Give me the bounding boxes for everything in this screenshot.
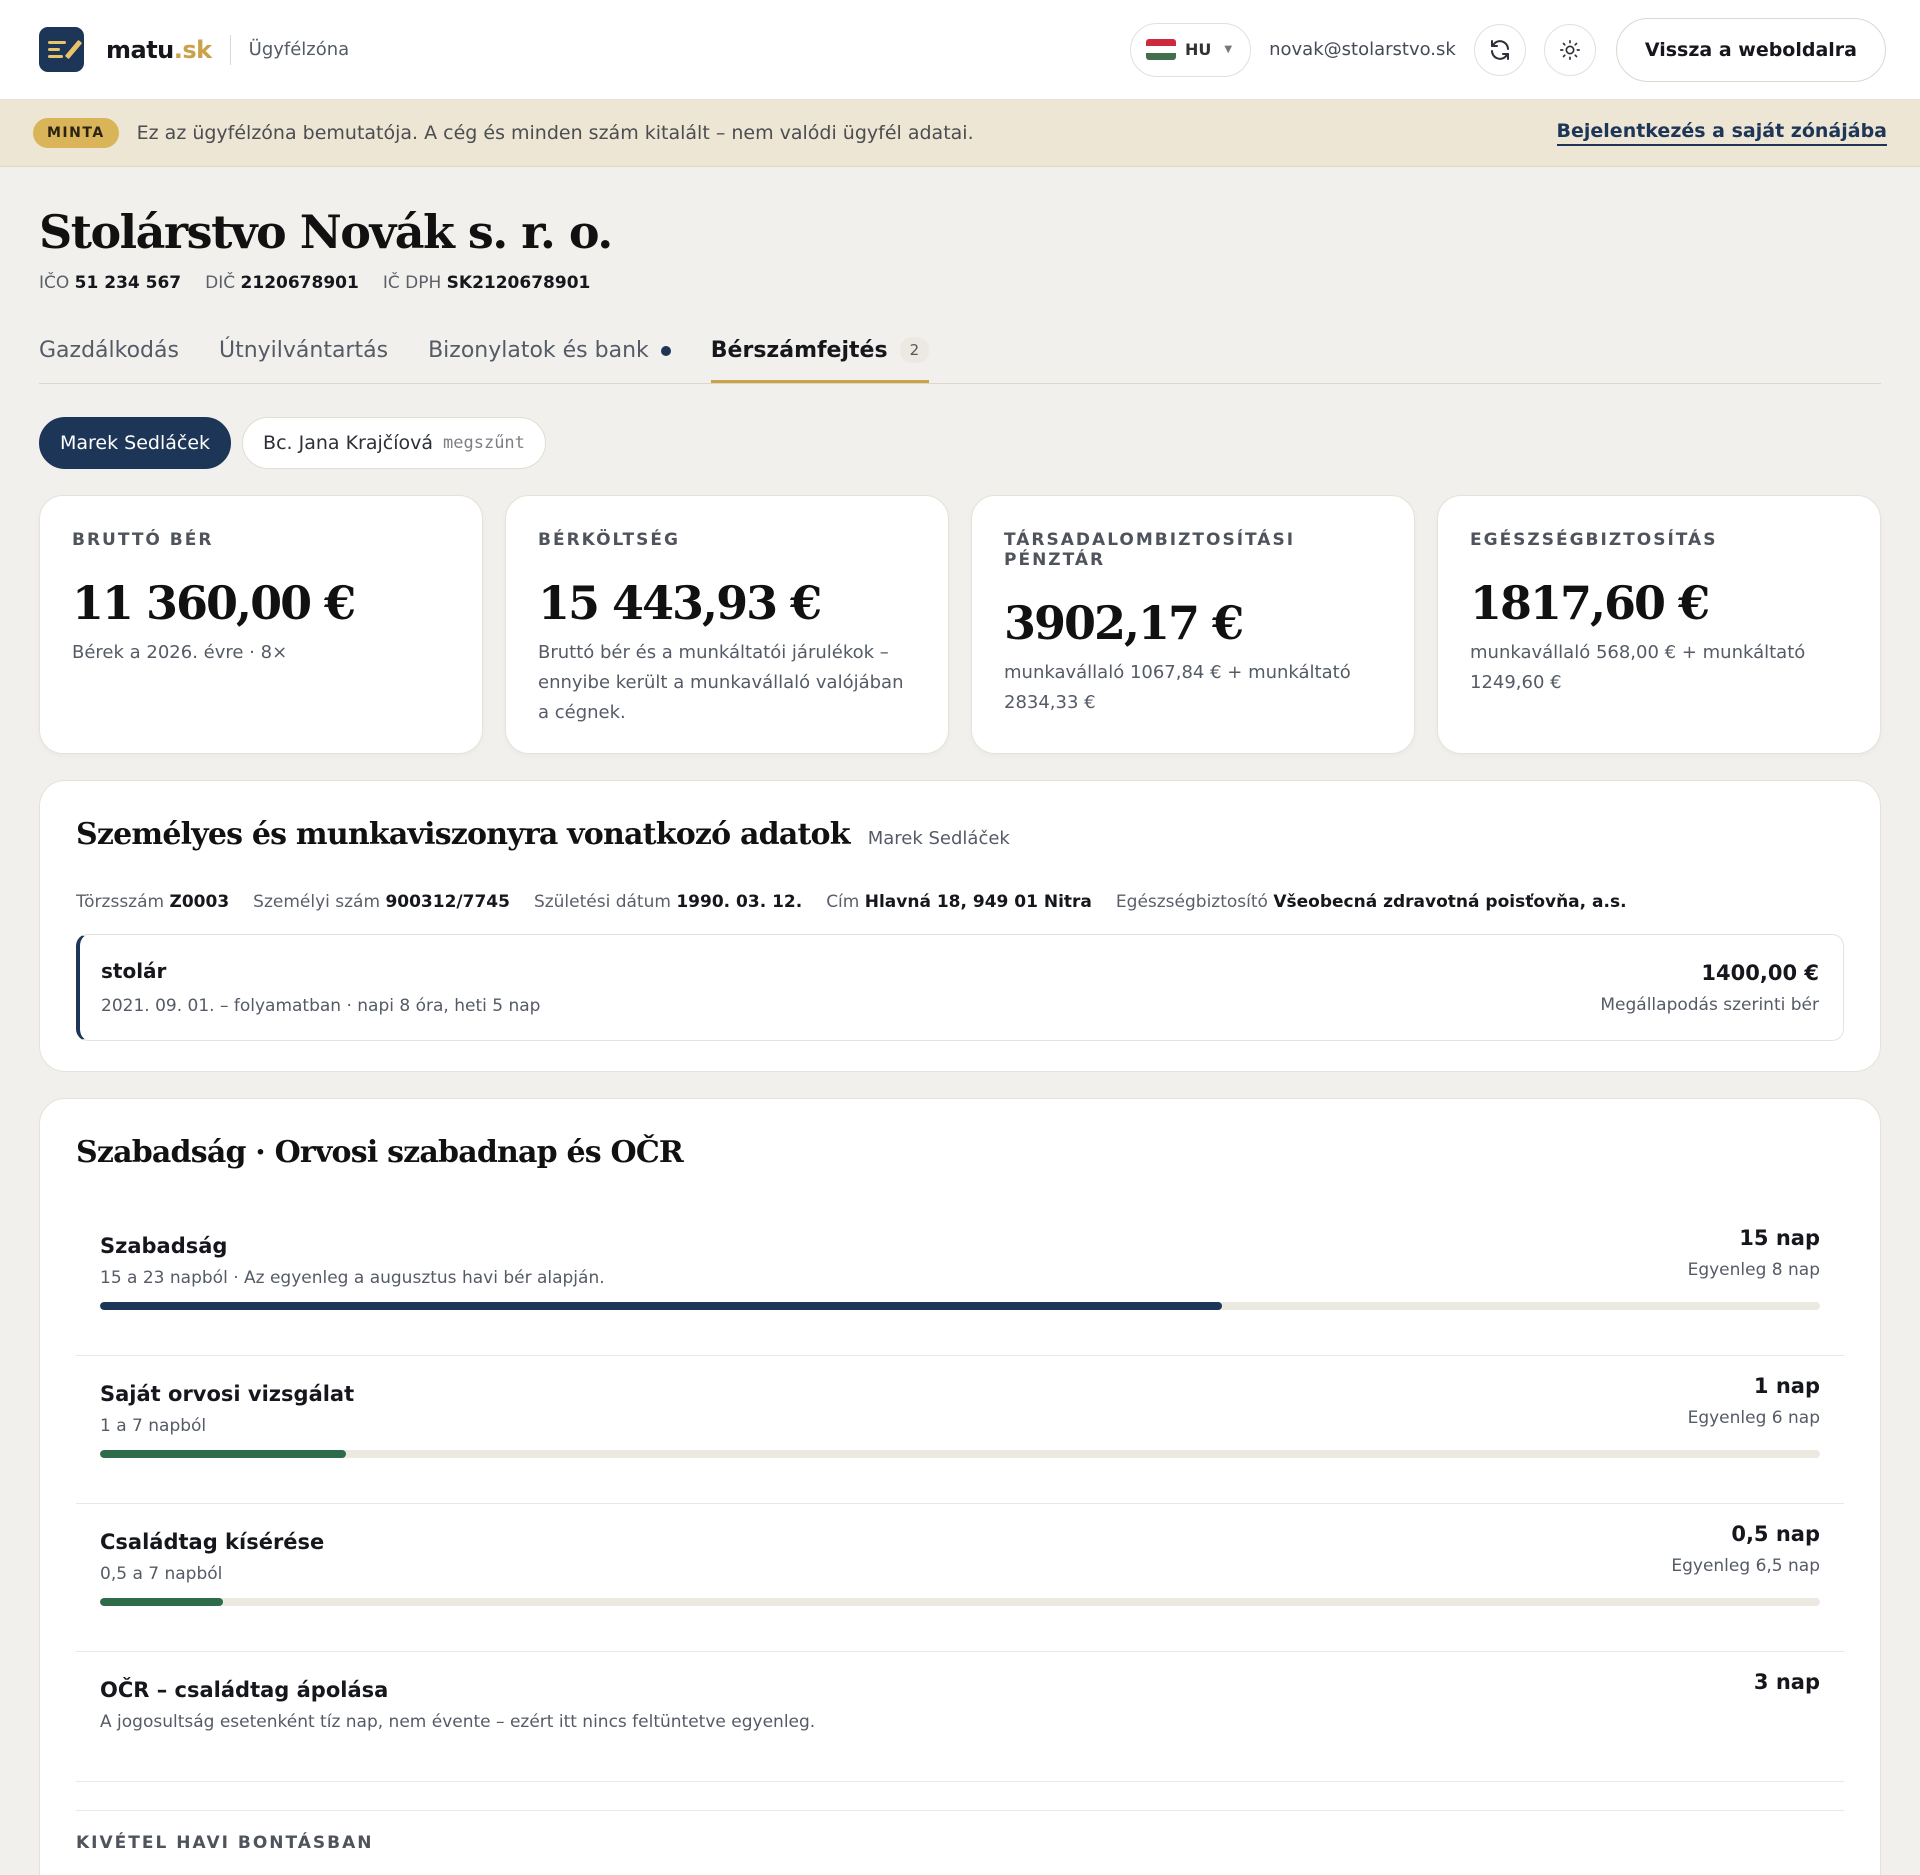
personal-facts: Törzsszám Z0003 Személyi szám 900312/774… xyxy=(76,892,1844,912)
leave-section: Szabadság · Orvosi szabadnap és OČR Szab… xyxy=(39,1098,1881,1875)
card-description: Bérek a 2026. évre · 8× xyxy=(72,642,288,663)
sun-icon xyxy=(1559,39,1580,60)
leave-days: 0,5 nap xyxy=(1731,1522,1820,1546)
leave-name: Szabadság xyxy=(100,1234,228,1258)
job-salary: 1400,00 € xyxy=(1701,960,1819,985)
tab-count-badge: 2 xyxy=(899,337,930,363)
top-bar: matu.sk Ügyfélzóna HU ▼ novak@stolarstvo… xyxy=(0,0,1920,100)
hungary-flag-icon xyxy=(1146,39,1177,60)
card-wage-cost: BÉRKÖLTSÉG 15 443,93 € Bruttó bér és a m… xyxy=(505,495,949,754)
fact-staff-number: Törzsszám Z0003 xyxy=(76,892,230,912)
demo-badge: MINTA xyxy=(33,118,119,148)
section-title: Személyes és munkaviszonyra vonatkozó ad… xyxy=(76,817,851,852)
theme-toggle-button[interactable] xyxy=(1543,23,1596,76)
chevron-down-icon: ▼ xyxy=(1224,44,1233,55)
leave-balance: Egyenleg 8 nap xyxy=(1687,1260,1820,1280)
card-label: BRUTTÓ BÉR xyxy=(72,530,214,550)
demo-banner-text: Ez az ügyfélzóna bemutatója. A cég és mi… xyxy=(136,122,974,144)
demo-banner: MINTA Ez az ügyfélzóna bemutatója. A cég… xyxy=(0,100,1920,167)
section-employee-name: Marek Sedláček xyxy=(867,828,1010,849)
leave-description: 0,5 a 7 napból xyxy=(100,1564,223,1584)
tab-gazdalkodas[interactable]: Gazdálkodás xyxy=(39,338,179,383)
card-social-insurance: TÁRSADALOMBIZTOSÍTÁSI PÉNZTÁR 3902,17 € … xyxy=(971,495,1415,754)
leave-name: Családtag kísérése xyxy=(100,1530,325,1554)
logo-icon[interactable] xyxy=(39,27,84,72)
leave-description: A jogosultság esetenként tíz nap, nem év… xyxy=(100,1712,816,1732)
leave-progress-fill xyxy=(100,1450,346,1458)
monthly-breakdown-label: KIVÉTEL HAVI BONTÁSBAN xyxy=(76,1810,1844,1875)
leave-days: 15 nap xyxy=(1739,1226,1820,1250)
leave-item-family-escort: Családtag kísérése 0,5 a 7 napból 0,5 na… xyxy=(76,1504,1844,1652)
leave-days: 1 nap xyxy=(1753,1374,1820,1398)
card-description: munkavállaló 1067,84 € + munkáltató 2834… xyxy=(1004,662,1351,713)
ic-dph: IČ DPH SK2120678901 xyxy=(382,273,591,293)
leave-progress-fill xyxy=(100,1598,223,1606)
brand-divider xyxy=(229,34,231,65)
brand-subtitle: Ügyfélzóna xyxy=(248,39,350,60)
employment-contract-card: stolár 2021. 09. 01. – folyamatban · nap… xyxy=(76,934,1844,1041)
card-description: Bruttó bér és a munkáltatói járulékok – … xyxy=(538,642,904,723)
leave-description: 1 a 7 napból xyxy=(100,1416,207,1436)
employee-pill-marek[interactable]: Marek Sedláček xyxy=(39,417,232,469)
job-period: 2021. 09. 01. – folyamatban · napi 8 óra… xyxy=(101,996,541,1016)
leave-description: 15 a 23 napból · Az egyenleg a augusztus… xyxy=(100,1268,605,1288)
card-value: 3902,17 € xyxy=(1004,596,1244,650)
card-value: 11 360,00 € xyxy=(72,576,356,630)
tab-bizonylatok[interactable]: Bizonylatok és bank xyxy=(428,338,671,383)
fact-personal-number: Személyi szám 900312/7745 xyxy=(253,892,510,912)
job-title: stolár xyxy=(101,959,167,983)
personal-data-section: Személyes és munkaviszonyra vonatkozó ad… xyxy=(39,780,1881,1072)
fact-health-insurer: Egészségbiztosító Všeobecná zdravotná po… xyxy=(1115,892,1627,912)
employee-status: megszűnt xyxy=(443,433,525,453)
dic: DIČ 2120678901 xyxy=(205,273,359,293)
section-title: Szabadság · Orvosi szabadnap és OČR xyxy=(76,1135,684,1170)
employee-switcher: Marek Sedláček Bc. Jana Krajčíová megszűn… xyxy=(39,417,1881,469)
card-description: munkavállaló 568,00 € + munkáltató 1249,… xyxy=(1470,642,1806,693)
leave-name: OČR – családtag ápolása xyxy=(100,1678,389,1702)
card-value: 1817,60 € xyxy=(1470,576,1710,630)
leave-progress-fill xyxy=(100,1302,1222,1310)
company-ids: IČO 51 234 567 DIČ 2120678901 IČ DPH SK2… xyxy=(39,273,1881,293)
refresh-button[interactable] xyxy=(1473,23,1526,76)
brand-name[interactable]: matu.sk xyxy=(106,36,212,64)
leave-balance: Egyenleg 6 nap xyxy=(1687,1408,1820,1428)
leave-item-doctor: Saját orvosi vizsgálat 1 a 7 napból 1 na… xyxy=(76,1356,1844,1504)
job-salary-note: Megállapodás szerinti bér xyxy=(1600,994,1819,1015)
leave-balance: Egyenleg 6,5 nap xyxy=(1671,1556,1820,1576)
leave-item-vacation: Szabadság 15 a 23 napból · Az egyenleg a… xyxy=(76,1208,1844,1356)
fact-address: Cím Hlavná 18, 949 01 Nitra xyxy=(826,892,1092,912)
leave-progress-bar xyxy=(100,1598,1820,1606)
unread-dot xyxy=(660,345,671,356)
tab-berszamfejtes[interactable]: Bérszámfejtés 2 xyxy=(710,337,930,383)
fact-birth-date: Születési dátum 1990. 03. 12. xyxy=(533,892,803,912)
login-own-zone-link[interactable]: Bejelentkezés a saját zónájába xyxy=(1556,120,1887,146)
card-label: TÁRSADALOMBIZTOSÍTÁSI PÉNZTÁR xyxy=(1004,530,1296,570)
leave-progress-bar xyxy=(100,1450,1820,1458)
back-to-website-button[interactable]: Vissza a weboldalra xyxy=(1615,17,1886,82)
refresh-icon xyxy=(1490,39,1509,60)
leave-list: Szabadság 15 a 23 napból · Az egyenleg a… xyxy=(76,1208,1844,1782)
ico: IČO 51 234 567 xyxy=(39,273,182,293)
tab-utnyilvantartas[interactable]: Útnyilvántartás xyxy=(219,338,388,383)
leave-name: Saját orvosi vizsgálat xyxy=(100,1382,355,1406)
company-name: Stolárstvo Novák s. r. o. xyxy=(39,205,613,259)
leave-progress-bar xyxy=(100,1302,1820,1310)
payroll-summary-cards: BRUTTÓ BÉR 11 360,00 € Bérek a 2026. évr… xyxy=(39,495,1881,754)
card-value: 15 443,93 € xyxy=(538,576,822,630)
leave-item-ocr: OČR – családtag ápolása A jogosultság es… xyxy=(76,1652,1844,1782)
card-health-insurance: EGÉSZSÉGBIZTOSÍTÁS 1817,60 € munkavállal… xyxy=(1437,495,1881,754)
card-label: EGÉSZSÉGBIZTOSÍTÁS xyxy=(1470,530,1718,550)
language-code: HU xyxy=(1185,40,1212,59)
user-email: novak@stolarstvo.sk xyxy=(1269,39,1456,60)
card-label: BÉRKÖLTSÉG xyxy=(538,530,680,550)
leave-days: 3 nap xyxy=(1753,1670,1820,1694)
language-selector[interactable]: HU ▼ xyxy=(1130,22,1252,77)
card-gross-wage: BRUTTÓ BÉR 11 360,00 € Bérek a 2026. évr… xyxy=(39,495,483,754)
main-tabs: Gazdálkodás Útnyilvántartás Bizonylatok … xyxy=(39,333,1881,384)
employee-pill-jana[interactable]: Bc. Jana Krajčíová megszűnt xyxy=(242,417,546,469)
